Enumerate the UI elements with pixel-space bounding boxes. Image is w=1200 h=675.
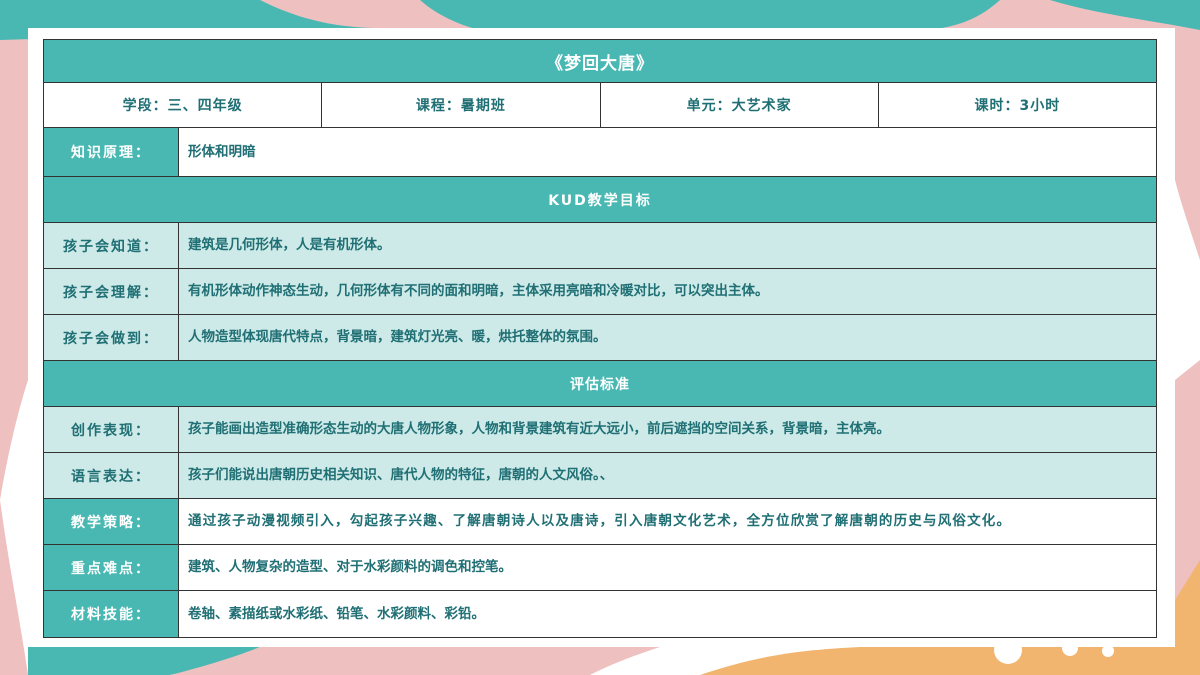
eval-label-creation: 创作表现：: [44, 407, 179, 452]
difficulty-value: 建筑、人物复杂的造型、对于水彩颜料的调色和控笔。: [179, 545, 1156, 590]
strategy-row: 教学策略： 通过孩子动漫视频引入，勾起孩子兴趣、了解唐朝诗人以及唐诗，引入唐朝文…: [44, 499, 1156, 545]
knowledge-label: 知识原理：: [44, 128, 179, 176]
difficulty-row: 重点难点： 建筑、人物复杂的造型、对于水彩颜料的调色和控笔。: [44, 545, 1156, 591]
eval-value-language: 孩子们能说出唐朝历史相关知识、唐代人物的特征，唐朝的人文风俗。、: [179, 453, 1156, 498]
kud-value-do: 人物造型体现唐代特点，背景暗，建筑灯光亮、暖，烘托整体的氛围。: [179, 315, 1156, 360]
strategy-value: 通过孩子动漫视频引入，勾起孩子兴趣、了解唐朝诗人以及唐诗，引入唐朝文化艺术，全方…: [179, 499, 1156, 544]
knowledge-value: 形体和明暗: [179, 128, 1156, 176]
difficulty-label: 重点难点：: [44, 545, 179, 590]
title-row: 《梦回大唐》: [44, 40, 1156, 83]
lesson-plan-table: 《梦回大唐》 学段：三、四年级 课程：暑期班 单元：大艺术家 课时：3小时 知识…: [43, 39, 1157, 638]
materials-value: 卷轴、素描纸或水彩纸、铅笔、水彩颜料、彩铅。: [179, 591, 1156, 637]
kud-label-know: 孩子会知道：: [44, 223, 179, 268]
eval-value-creation: 孩子能画出造型准确形态生动的大唐人物形象，人物和背景建筑有近大远小，前后遮挡的空…: [179, 407, 1156, 452]
info-row: 学段：三、四年级 课程：暑期班 单元：大艺术家 课时：3小时: [44, 83, 1156, 128]
kud-label-do: 孩子会做到：: [44, 315, 179, 360]
kud-value-understand: 有机形体动作神态生动，几何形体有不同的面和明暗，主体采用亮暗和冷暖对比，可以突出…: [179, 269, 1156, 314]
materials-label: 材料技能：: [44, 591, 179, 637]
course-cell: 课程：暑期班: [322, 83, 601, 127]
evaluation-heading-row: 评估标准: [44, 361, 1156, 407]
kud-label-understand: 孩子会理解：: [44, 269, 179, 314]
kud-heading-row: KUD教学目标: [44, 177, 1156, 223]
kud-value-know: 建筑是几何形体，人是有机形体。: [179, 223, 1156, 268]
kud-row: 孩子会做到： 人物造型体现唐代特点，背景暗，建筑灯光亮、暖，烘托整体的氛围。: [44, 315, 1156, 361]
kud-heading: KUD教学目标: [548, 192, 652, 209]
knowledge-row: 知识原理： 形体和明暗: [44, 128, 1156, 177]
kud-row: 孩子会理解： 有机形体动作神态生动，几何形体有不同的面和明暗，主体采用亮暗和冷暖…: [44, 269, 1156, 315]
unit-cell: 单元：大艺术家: [601, 83, 879, 127]
kud-row: 孩子会知道： 建筑是几何形体，人是有机形体。: [44, 223, 1156, 269]
hours-cell: 课时：3小时: [974, 98, 1061, 114]
grade-cell: 学段：三、四年级: [44, 83, 323, 127]
evaluation-heading: 评估标准: [570, 376, 630, 393]
lesson-title: 《梦回大唐》: [546, 53, 654, 74]
strategy-label: 教学策略：: [44, 499, 179, 544]
evaluation-row: 创作表现： 孩子能画出造型准确形态生动的大唐人物形象，人物和背景建筑有近大远小，…: [44, 407, 1156, 453]
eval-label-language: 语言表达：: [44, 453, 179, 498]
evaluation-row: 语言表达： 孩子们能说出唐朝历史相关知识、唐代人物的特征，唐朝的人文风俗。、: [44, 453, 1156, 499]
materials-row: 材料技能： 卷轴、素描纸或水彩纸、铅笔、水彩颜料、彩铅。: [44, 591, 1156, 637]
